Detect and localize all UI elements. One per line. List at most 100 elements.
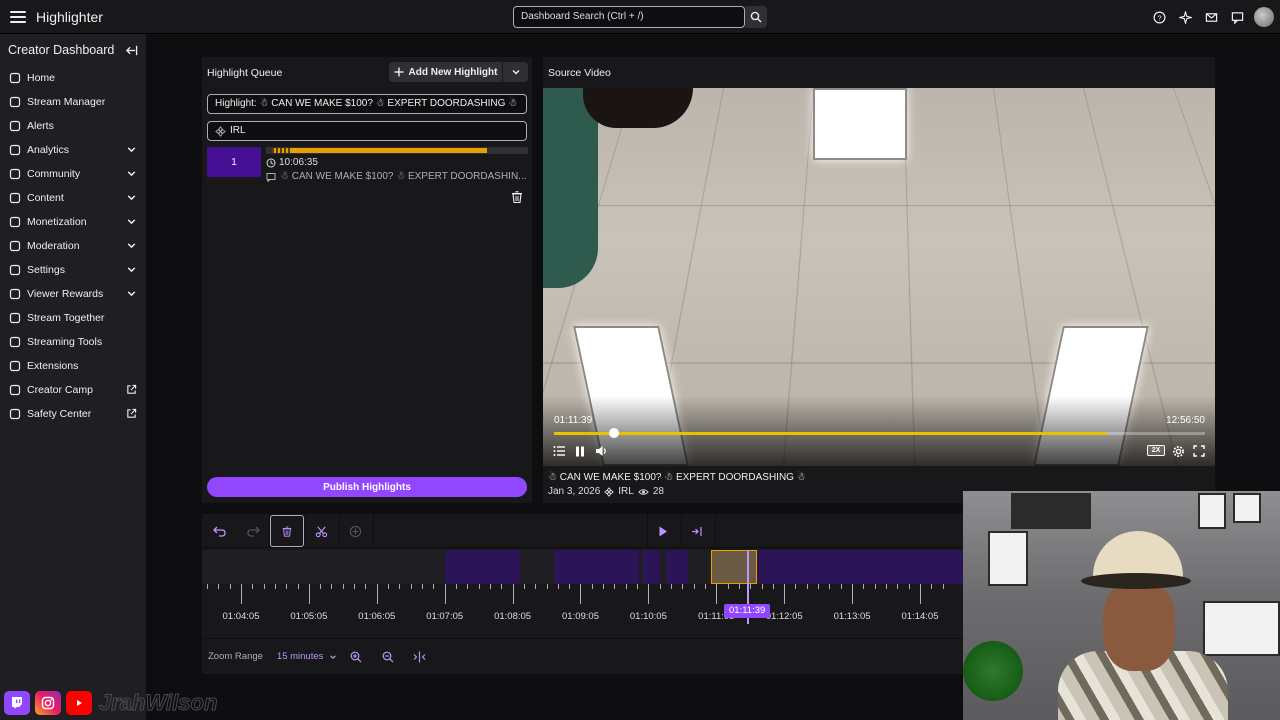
chevron-down-icon[interactable] [126, 144, 138, 156]
category-label: IRL [230, 125, 246, 136]
plus-icon [394, 67, 404, 77]
video-progress-bar[interactable] [554, 428, 1205, 438]
timeline-tick [240, 584, 242, 604]
add-segment-icon[interactable] [342, 518, 368, 544]
instagram-icon [35, 691, 61, 715]
highlight-segment[interactable] [445, 550, 520, 584]
video-frame-light [813, 88, 907, 160]
sidebar-item-extensions[interactable]: Extensions [0, 354, 146, 378]
zoom-in-icon[interactable] [343, 644, 369, 670]
clip-icon [266, 172, 276, 182]
queue-item-number[interactable]: 1 [207, 147, 261, 177]
pause-icon[interactable] [572, 443, 588, 459]
timeline-tick [455, 584, 457, 589]
timeline-tick-label: 01:10:05 [629, 611, 667, 622]
chapters-icon[interactable] [551, 443, 567, 459]
sparkle-icon[interactable] [1172, 4, 1198, 30]
timeline-tick-label: 01:04:05 [222, 611, 260, 622]
play-icon[interactable] [650, 518, 676, 544]
delete-segment-button[interactable] [270, 515, 304, 547]
svg-text:?: ? [1157, 13, 1161, 22]
collapse-sidebar-icon[interactable] [125, 44, 138, 57]
twitch-icon [4, 691, 30, 715]
highlight-segment[interactable] [643, 550, 660, 584]
playback-speed-button[interactable]: 2X [1147, 445, 1165, 456]
zoom-range-value: 15 minutes [276, 651, 324, 662]
sidebar-item-settings[interactable]: Settings [0, 258, 146, 282]
sidebar-item-label: Home [27, 72, 56, 84]
social-watermark: JrahWilson [4, 690, 218, 716]
external-link-icon[interactable] [126, 384, 138, 396]
timeline-tick-label: 01:08:05 [494, 611, 532, 622]
sidebar-item-monetization[interactable]: Monetization [0, 210, 146, 234]
chevron-down-icon[interactable] [126, 168, 138, 180]
category-field[interactable]: IRL [207, 121, 527, 141]
add-highlight-dropdown[interactable] [503, 62, 528, 82]
search-button[interactable] [745, 6, 767, 28]
redo-icon[interactable] [240, 518, 266, 544]
chevron-down-icon[interactable] [126, 192, 138, 204]
zoom-range-select[interactable]: 15 minutes [277, 651, 337, 662]
timeline-tick [761, 584, 763, 589]
sidebar-item-moderation[interactable]: Moderation [0, 234, 146, 258]
timeline-tick [308, 584, 310, 604]
sidebar-item-label: Viewer Rewards [27, 288, 104, 300]
selected-segment[interactable] [711, 550, 757, 584]
stream-category: IRL [618, 486, 634, 497]
timeline-tick [512, 584, 514, 604]
chevron-down-icon[interactable] [126, 264, 138, 276]
timeline-tick [252, 584, 254, 589]
inbox-icon[interactable] [1198, 4, 1224, 30]
gear-icon[interactable] [1170, 443, 1186, 459]
highlight-segment[interactable] [757, 550, 964, 584]
chevron-down-icon[interactable] [126, 216, 138, 228]
fullscreen-icon[interactable] [1191, 443, 1207, 459]
sidebar-item-alerts[interactable]: Alerts [0, 114, 146, 138]
help-icon[interactable]: ? [1146, 4, 1172, 30]
sidebar-item-home[interactable]: Home [0, 66, 146, 90]
timeline-tick-label: 01:09:05 [562, 611, 599, 622]
sidebar-item-content[interactable]: Content [0, 186, 146, 210]
video-player[interactable]: 01:11:39 12:56:50 2X [543, 88, 1215, 466]
trash-icon[interactable] [510, 190, 524, 204]
fit-timeline-icon[interactable] [407, 644, 433, 670]
timeline-zoom-bar: Zoom Range 15 minutes [202, 638, 964, 674]
moderation-icon [8, 239, 22, 253]
zoom-out-icon[interactable] [375, 644, 401, 670]
menu-icon[interactable] [8, 7, 28, 27]
chevron-down-icon[interactable] [126, 240, 138, 252]
sidebar-item-stream-manager[interactable]: Stream Manager [0, 90, 146, 114]
scissors-icon[interactable] [308, 518, 334, 544]
video-progress-knob[interactable] [609, 428, 619, 438]
sidebar-item-community[interactable]: Community [0, 162, 146, 186]
chevron-down-icon[interactable] [126, 288, 138, 300]
sidebar-item-streaming-tools[interactable]: Streaming Tools [0, 330, 146, 354]
external-link-icon[interactable] [126, 408, 138, 420]
sidebar-item-stream-together[interactable]: Stream Together [0, 306, 146, 330]
wall-poster [988, 531, 1028, 586]
chat-bubble-icon[interactable] [1224, 4, 1250, 30]
jump-to-playhead-icon[interactable] [684, 518, 710, 544]
timeline-tick [410, 584, 412, 589]
sidebar-item-safety-center[interactable]: Safety Center [0, 402, 146, 426]
highlight-segment[interactable] [554, 550, 639, 584]
publish-highlights-button[interactable]: Publish Highlights [207, 477, 527, 497]
add-new-highlight-button[interactable]: Add New Highlight [389, 62, 502, 82]
search-input[interactable]: Dashboard Search (Ctrl + /) [513, 6, 745, 28]
timeline-editor: 01:04:05 01:05:05 01:06:05 01:07:05 01:08:05… [202, 514, 964, 674]
timeline-tick [840, 584, 842, 589]
timeline-tick [897, 584, 899, 589]
sidebar-item-label: Community [27, 168, 81, 180]
undo-icon[interactable] [206, 518, 232, 544]
sidebar-item-analytics[interactable]: Analytics [0, 138, 146, 162]
playhead-time-label: 01:11:39 [724, 604, 771, 618]
volume-icon[interactable] [593, 443, 609, 459]
timeline-track[interactable] [202, 550, 964, 584]
sidebar-item-viewer-rewards[interactable]: Viewer Rewards [0, 282, 146, 306]
highlight-title-field[interactable]: Highlight: ☃ CAN WE MAKE $100? ☃ EXPERT … [207, 94, 527, 114]
avatar[interactable] [1254, 7, 1274, 27]
timeline-tick [342, 584, 344, 589]
highlight-segment[interactable] [666, 550, 688, 584]
wall-banner [1011, 493, 1091, 529]
sidebar-item-creator-camp[interactable]: Creator Camp [0, 378, 146, 402]
